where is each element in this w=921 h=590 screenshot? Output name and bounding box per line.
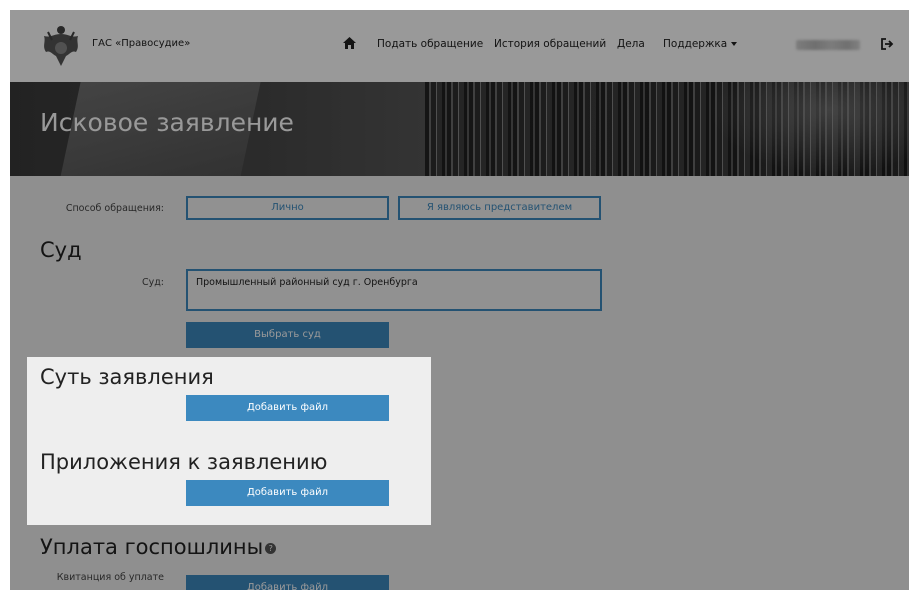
page-title: Исковое заявление bbox=[40, 108, 294, 137]
attachments-add-file-button[interactable]: Добавить файл bbox=[186, 480, 389, 506]
nav-cases[interactable]: Дела bbox=[617, 38, 645, 50]
nav-submit-appeal[interactable]: Подать обращение bbox=[377, 38, 483, 50]
nav-support-label: Поддержка bbox=[663, 38, 728, 50]
receipt-label: Квитанция об уплате bbox=[56, 572, 164, 583]
court-field[interactable]: Промышленный районный суд г. Оренбурга bbox=[186, 269, 602, 311]
appeal-personal-button[interactable]: Лично bbox=[186, 196, 389, 220]
essence-add-file-button[interactable]: Добавить файл bbox=[186, 395, 389, 421]
logout-icon[interactable] bbox=[881, 38, 894, 50]
overlay-right bbox=[431, 357, 909, 525]
overlay-left bbox=[10, 357, 27, 525]
fee-heading: Уплата госпошлины? bbox=[40, 535, 277, 559]
fee-heading-text: Уплата госпошлины bbox=[40, 535, 264, 559]
page-banner: Исковое заявление bbox=[10, 82, 909, 176]
court-field-value: Промышленный районный суд г. Оренбурга bbox=[196, 277, 418, 288]
top-navbar: ГАС «Правосудие» Подать обращение Истори… bbox=[10, 10, 909, 82]
chevron-down-icon bbox=[731, 42, 738, 46]
court-heading: Суд bbox=[40, 238, 82, 262]
nav-support-dropdown[interactable]: Поддержка bbox=[663, 38, 738, 50]
appeal-representative-button[interactable]: Я являюсь представителем bbox=[398, 196, 601, 220]
essence-heading: Суть заявления bbox=[40, 365, 214, 389]
help-icon[interactable]: ? bbox=[265, 542, 277, 554]
page-frame: ГАС «Правосудие» Подать обращение Истори… bbox=[10, 10, 909, 590]
nav-appeal-history[interactable]: История обращений bbox=[494, 38, 606, 50]
fee-add-file-button[interactable]: Добавить файл bbox=[186, 575, 389, 590]
court-label: Суд: bbox=[141, 277, 164, 288]
choose-court-button[interactable]: Выбрать суд bbox=[186, 322, 389, 348]
coat-of-arms-icon bbox=[44, 26, 78, 66]
attachments-heading: Приложения к заявлению bbox=[40, 450, 328, 474]
home-icon[interactable] bbox=[343, 37, 356, 49]
brand-title[interactable]: ГАС «Правосудие» bbox=[92, 38, 190, 49]
user-name-blurred[interactable] bbox=[796, 40, 860, 50]
appeal-method-label: Способ обращения: bbox=[65, 203, 164, 214]
